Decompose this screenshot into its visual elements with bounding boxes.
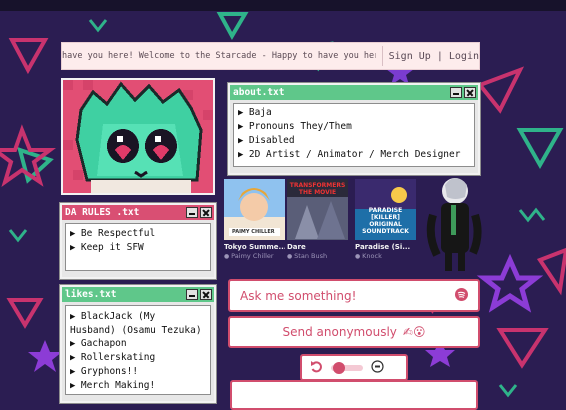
login-link[interactable]: Login <box>449 51 479 62</box>
slider-handle[interactable] <box>333 361 345 374</box>
character-sprite <box>426 178 482 271</box>
close-icon[interactable] <box>200 207 212 218</box>
album-title: Dare <box>287 243 306 251</box>
welcome-marquee: have you here! Welcome to the Starcade -… <box>62 51 376 61</box>
about-title: about.txt <box>233 87 285 98</box>
likes-content: BlackJack (My Husband) (Osamu Tezuka) Ga… <box>65 305 211 395</box>
album-cover-label: PAIMY CHILLER <box>232 229 275 235</box>
album-title: Paradise (Si... <box>355 243 411 251</box>
spotify-icon[interactable] <box>455 287 468 304</box>
album-title: Tokyo Summe... <box>224 243 285 251</box>
volume-slider[interactable] <box>331 361 363 374</box>
about-content: Baja Pronouns They/Them Disabled 2D Arti… <box>233 103 475 167</box>
list-item: Baja <box>238 106 470 120</box>
album-cover: TRANSFORMERS THE MOVIE <box>287 179 348 240</box>
send-emoji: ✍😮 <box>402 325 426 339</box>
send-anonymously-button[interactable]: Send anonymously ✍😮 <box>228 316 480 348</box>
likes-title: likes.txt <box>65 289 117 300</box>
album-card[interactable]: PARADISE [KILLER] ORIGINAL SOUNDTRACK Pa… <box>355 179 416 260</box>
divider <box>381 46 383 66</box>
list-item: 2D Artist / Animator / Merch Designer <box>238 148 470 162</box>
album-card[interactable]: PAIMY CHILLER Tokyo Summe... Paimy Chill… <box>224 179 285 260</box>
rules-content: Be Respectful Keep it SFW <box>65 223 211 271</box>
send-label: Send anonymously <box>282 325 397 339</box>
rules-titlebar[interactable]: DA RULES .txt <box>62 205 214 220</box>
list-item: Disabled <box>238 134 470 148</box>
list-item: Be Respectful <box>70 227 206 241</box>
auth-links: Sign Up | Login <box>389 51 479 62</box>
record-icon[interactable] <box>371 358 384 377</box>
album-cover: PARADISE [KILLER] ORIGINAL SOUNDTRACK <box>355 179 416 240</box>
top-bar <box>0 0 566 11</box>
welcome-bar: have you here! Welcome to the Starcade -… <box>61 42 480 70</box>
close-icon[interactable] <box>464 87 476 98</box>
likes-titlebar[interactable]: likes.txt <box>62 287 214 302</box>
avatar <box>61 78 215 195</box>
answers-panel <box>230 380 478 410</box>
ask-placeholder: Ask me something! <box>240 288 357 303</box>
list-item: Gryphons!! <box>70 365 206 379</box>
about-titlebar[interactable]: about.txt <box>230 85 478 100</box>
album-artist: Stan Bush <box>287 252 348 260</box>
album-cover-label: TRANSFORMERS THE MOVIE <box>289 182 346 196</box>
list-item: BlackJack (My Husband) (Osamu Tezuka) <box>70 310 206 337</box>
avatar-pixel-art <box>63 80 213 193</box>
minimize-icon[interactable] <box>450 87 462 98</box>
album-artist: Paimy Chiller <box>224 252 285 260</box>
ask-input[interactable]: Ask me something! <box>228 279 480 312</box>
album-artist: Knock <box>355 252 416 260</box>
list-item: Keep it SFW <box>70 241 206 255</box>
list-item: Pronouns They/Them <box>238 120 470 134</box>
list-item: Gachapon <box>70 337 206 351</box>
list-item: Rollerskating <box>70 351 206 365</box>
audio-controls <box>300 354 408 381</box>
undo-icon[interactable] <box>310 358 323 377</box>
album-cover-label: PARADISE [KILLER] ORIGINAL SOUNDTRACK <box>362 207 409 235</box>
rules-title: DA RULES .txt <box>65 207 140 218</box>
about-window: about.txt Baja Pronouns They/Them Disabl… <box>228 83 480 175</box>
rules-window: DA RULES .txt Be Respectful Keep it SFW <box>60 203 216 279</box>
list-item: Merch Making! <box>70 379 206 393</box>
likes-window: likes.txt BlackJack (My Husband) (Osamu … <box>60 285 216 403</box>
minimize-icon[interactable] <box>186 289 198 300</box>
signup-link[interactable]: Sign Up <box>389 51 431 62</box>
album-cover: PAIMY CHILLER <box>224 179 285 240</box>
album-card[interactable]: TRANSFORMERS THE MOVIE Dare Stan Bush <box>287 179 348 260</box>
auth-separator: | <box>436 50 443 62</box>
close-icon[interactable] <box>200 289 212 300</box>
minimize-icon[interactable] <box>186 207 198 218</box>
